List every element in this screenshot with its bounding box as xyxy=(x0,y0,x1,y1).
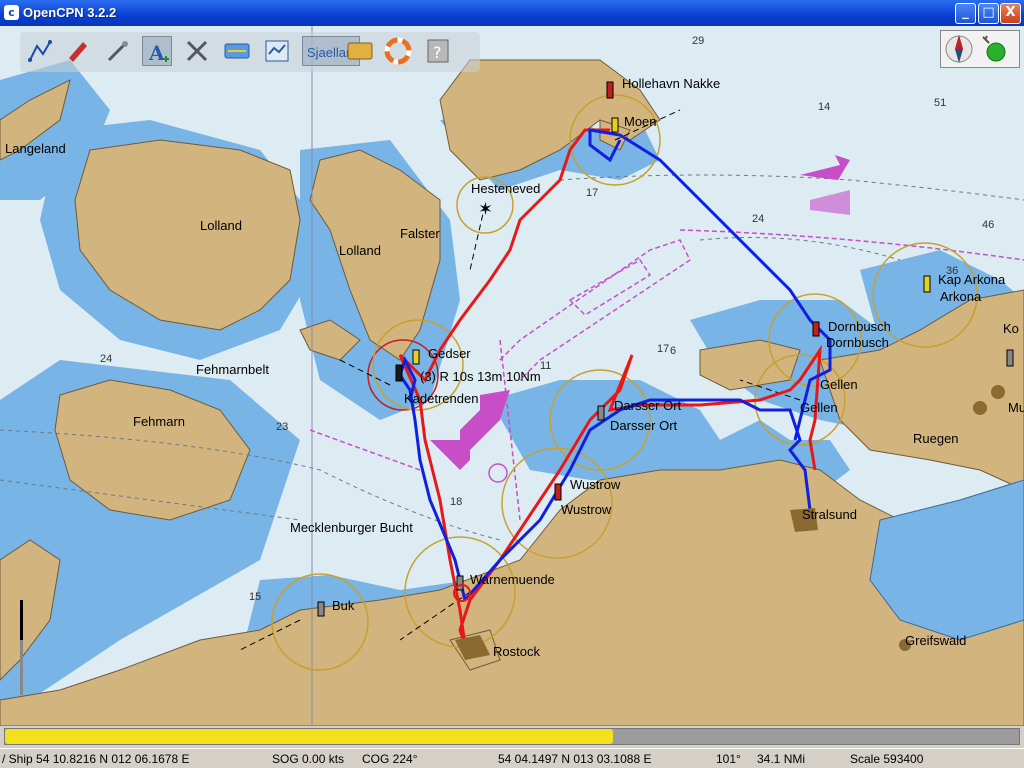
progress-fill xyxy=(5,729,613,744)
svg-text:24: 24 xyxy=(752,213,764,225)
label-kadetrenden: Kadetrenden xyxy=(404,391,478,406)
label-gedser: Gedser xyxy=(428,346,471,361)
ship-icon[interactable] xyxy=(63,36,93,66)
label-gellen-2: Gellen xyxy=(800,400,838,415)
label-lolland-2: Lolland xyxy=(339,243,381,258)
label-dornbusch-2: Dornbusch xyxy=(826,335,889,350)
zoom-icon[interactable] xyxy=(222,36,252,66)
label-darsser-ort-2: Darsser Ort xyxy=(610,418,678,433)
label-hesteneved: Hesteneved xyxy=(471,181,540,196)
label-greifswald: Greifswald xyxy=(905,633,966,648)
route-icon[interactable] xyxy=(25,36,55,66)
svg-text:6: 6 xyxy=(670,345,676,357)
label-darsser-ort-1: Darsser Ort xyxy=(614,398,682,413)
chart-canvas[interactable]: ✶ Hollehavn Nakke Moen Langeland Hestene… xyxy=(0,26,1024,726)
title-bar: c OpenCPN 3.2.2 _ □ X xyxy=(0,0,1024,26)
progress-track xyxy=(4,728,1020,745)
svg-text:A: A xyxy=(148,41,165,65)
label-fehmarn: Fehmarn xyxy=(133,414,185,429)
svg-text:36: 36 xyxy=(946,265,958,277)
lifebuoy-icon[interactable] xyxy=(383,36,413,66)
svg-text:51: 51 xyxy=(934,97,946,109)
route-manager-icon[interactable] xyxy=(262,36,292,66)
progress-area xyxy=(0,726,1024,748)
label-hollehavn: Hollehavn Nakke xyxy=(622,76,720,91)
star-light-icon: ✶ xyxy=(478,199,493,220)
tides-icon[interactable] xyxy=(345,36,375,66)
svg-text:24: 24 xyxy=(100,353,112,365)
compass-icon xyxy=(945,35,973,63)
label-warnemuende: Warnemuende xyxy=(470,572,555,587)
label-mu: Mu xyxy=(1008,400,1024,415)
label-ruegen: Ruegen xyxy=(913,431,959,446)
label-langeland: Langeland xyxy=(5,141,66,156)
label-arkona: Arkona xyxy=(940,289,982,304)
cursor-position: 54 04.1497 N 013 03.1088 E xyxy=(498,752,652,766)
svg-text:17: 17 xyxy=(657,343,669,355)
land xyxy=(0,59,1024,726)
label-dornbusch-1: Dornbusch xyxy=(828,319,891,334)
caution-symbol xyxy=(488,463,508,483)
ship-position: / Ship 54 10.8216 N 012 06.1678 E xyxy=(2,752,190,766)
cursor-distance: 34.1 NMi xyxy=(757,752,806,766)
gps-status-icon xyxy=(982,35,1006,62)
label-rostock: Rostock xyxy=(493,644,540,659)
label-wustrow-1: Wustrow xyxy=(570,477,621,492)
label-fehmarnbelt: Fehmarnbelt xyxy=(196,362,269,377)
svg-text:?: ? xyxy=(433,43,442,62)
help-icon[interactable]: ? xyxy=(423,36,453,66)
label-moen: Moen xyxy=(624,114,657,129)
cursor-bearing: 101° xyxy=(716,752,741,766)
label-gellen-1: Gellen xyxy=(820,377,858,392)
close-button[interactable]: X xyxy=(1000,3,1021,24)
speed-over-ground: SOG 0.00 kts xyxy=(272,752,345,766)
svg-text:46: 46 xyxy=(982,219,994,231)
svg-text:29: 29 xyxy=(692,35,704,47)
svg-text:14: 14 xyxy=(818,101,830,113)
label-wustrow-2: Wustrow xyxy=(561,502,612,517)
scale-bar xyxy=(20,600,23,695)
compass-gps-widget[interactable] xyxy=(940,30,1020,68)
svg-text:23: 23 xyxy=(276,421,288,433)
svg-text:17: 17 xyxy=(586,187,598,199)
course-over-ground: COG 224° xyxy=(362,752,418,766)
label-lolland-1: Lolland xyxy=(200,218,242,233)
window-title: OpenCPN 3.2.2 xyxy=(23,5,117,20)
status-bar: / Ship 54 10.8216 N 012 06.1678 E SOG 0.… xyxy=(0,748,1024,768)
nautical-chart[interactable]: ✶ Hollehavn Nakke Moen Langeland Hestene… xyxy=(0,26,1024,726)
maximize-button[interactable]: □ xyxy=(978,3,999,24)
chart-scale: Scale 593400 xyxy=(850,752,924,766)
label-falster: Falster xyxy=(400,226,440,241)
label-mecklenburger-bucht: Mecklenburger Bucht xyxy=(290,520,413,535)
svg-text:15: 15 xyxy=(249,591,261,603)
light-characteristic: (3) R 10s 13m 10Nm xyxy=(420,369,541,384)
label-ko: Ko xyxy=(1003,321,1019,336)
opencpn-logo-icon: c xyxy=(4,5,19,20)
svg-text:11: 11 xyxy=(540,360,551,372)
label-buk: Buk xyxy=(332,598,355,613)
text-icon[interactable]: A xyxy=(142,36,172,66)
label-stralsund: Stralsund xyxy=(802,507,857,522)
minimize-button[interactable]: _ xyxy=(955,3,976,24)
measure-icon[interactable] xyxy=(103,36,133,66)
svg-text:18: 18 xyxy=(450,496,462,508)
close-tool-icon[interactable] xyxy=(182,36,212,66)
